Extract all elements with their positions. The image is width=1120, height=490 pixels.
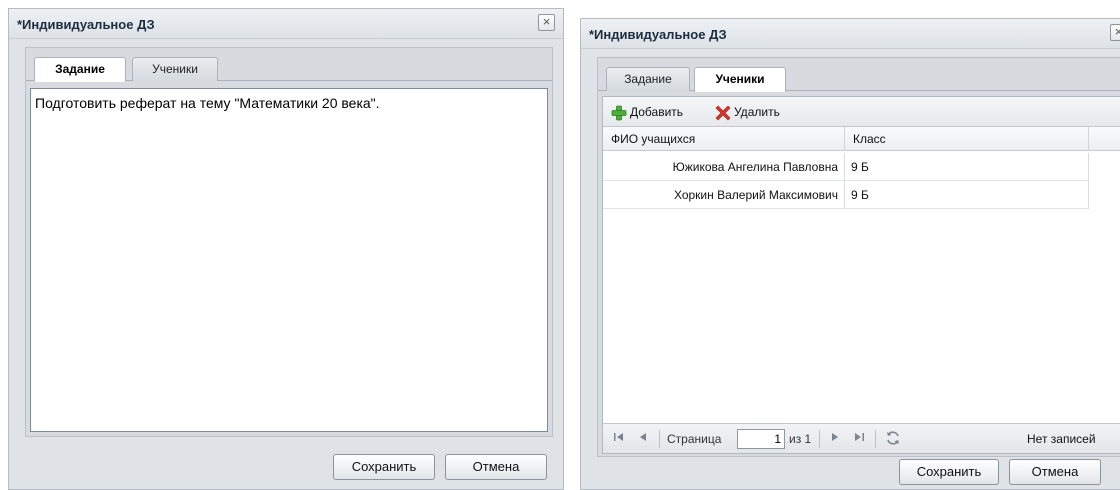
titlebar: *Индивидуальное ДЗ ×: [9, 9, 563, 39]
cell-student-name: Южикова Ангелина Павловна: [603, 153, 845, 181]
students-panel: Добавить Удалить ФИО учащихся Класс Южик…: [602, 96, 1120, 454]
column-header-class[interactable]: Класс: [845, 127, 1089, 151]
add-icon: [611, 105, 627, 121]
tab-students[interactable]: Ученики: [694, 67, 786, 92]
close-icon[interactable]: ×: [538, 14, 555, 31]
page-count-label: из 1: [789, 432, 812, 446]
next-page-icon[interactable]: [829, 430, 841, 448]
cancel-button[interactable]: Отмена: [1009, 459, 1101, 485]
cell-class: 9 Б: [845, 181, 1089, 209]
page-number-input[interactable]: 1: [737, 429, 785, 449]
grid-header: ФИО учащихся Класс: [603, 127, 1120, 151]
save-button[interactable]: Сохранить: [333, 454, 435, 480]
table-row[interactable]: Южикова Ангелина Павловна 9 Б: [603, 153, 1089, 181]
pager-separator: [875, 430, 876, 448]
pager-separator: [819, 430, 820, 448]
left-dialog: *Индивидуальное ДЗ × Задание Ученики Под…: [8, 8, 564, 490]
tab-strip: Задание Ученики: [26, 48, 552, 82]
add-button[interactable]: Добавить: [611, 103, 683, 121]
delete-button[interactable]: Удалить: [715, 103, 780, 121]
refresh-icon[interactable]: [885, 430, 901, 448]
titlebar: *Индивидуальное ДЗ ×: [581, 19, 1120, 49]
delete-icon: [715, 105, 731, 121]
dialog-title: *Индивидуальное ДЗ: [17, 17, 155, 32]
cancel-button[interactable]: Отмена: [445, 454, 547, 480]
toolbar: Добавить Удалить: [603, 97, 1120, 127]
pager-status: Нет записей: [1027, 432, 1096, 446]
pager: Страница 1 из 1 Нет записей: [603, 423, 1120, 453]
tab-students[interactable]: Ученики: [132, 57, 218, 81]
right-dialog: *Индивидуальное ДЗ × Задание Ученики Доб…: [580, 18, 1120, 490]
cell-class: 9 Б: [845, 153, 1089, 181]
tab-task[interactable]: Задание: [34, 57, 126, 82]
prev-page-icon[interactable]: [637, 430, 649, 448]
tab-task[interactable]: Задание: [606, 67, 690, 91]
cell-student-name: Хоркин Валерий Максимович: [603, 181, 845, 209]
last-page-icon[interactable]: [853, 430, 865, 448]
tab-strip: Задание Ученики: [598, 58, 1120, 92]
save-button[interactable]: Сохранить: [899, 459, 999, 485]
add-label: Добавить: [630, 105, 684, 119]
task-textarea[interactable]: Подготовить реферат на тему "Математики …: [30, 88, 548, 432]
pager-separator: [659, 430, 660, 448]
table-row[interactable]: Хоркин Валерий Максимович 9 Б: [603, 181, 1089, 209]
dialog-title: *Индивидуальное ДЗ: [589, 27, 727, 42]
tab-panel: Задание Ученики Подготовить реферат на т…: [25, 47, 553, 437]
tab-panel: Задание Ученики Добавить Удалить ФИО уча…: [597, 57, 1120, 457]
column-header-name[interactable]: ФИО учащихся: [603, 127, 845, 151]
delete-label: Удалить: [734, 105, 780, 119]
page-label: Страница: [667, 432, 722, 446]
close-icon[interactable]: ×: [1110, 24, 1120, 41]
first-page-icon[interactable]: [613, 430, 625, 448]
